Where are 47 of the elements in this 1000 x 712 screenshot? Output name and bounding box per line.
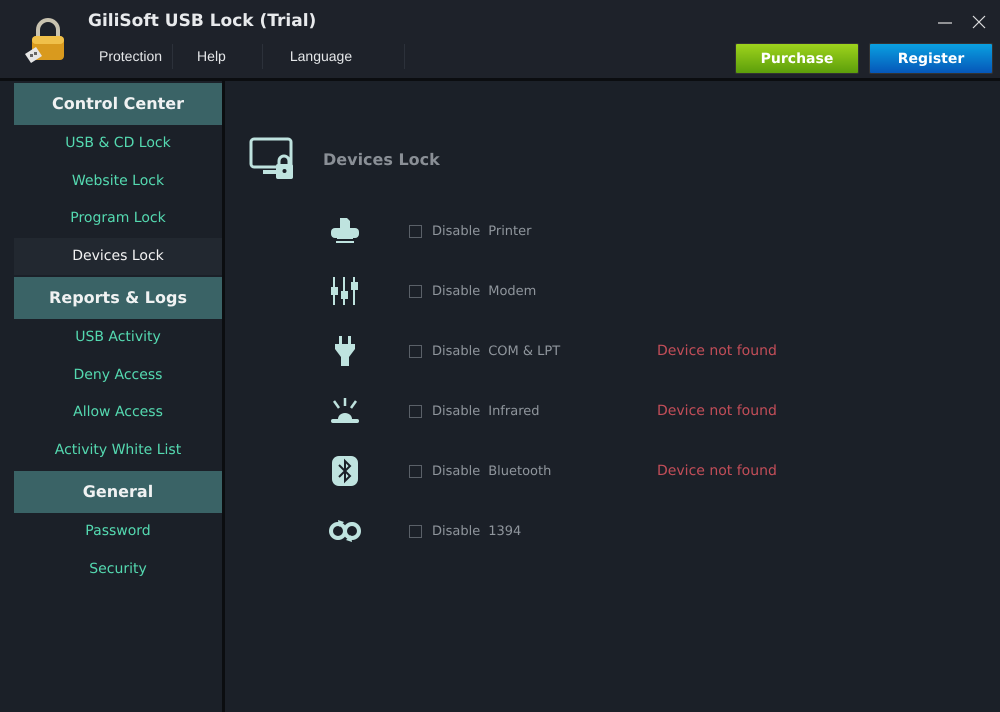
checkbox-label[interactable]: Disable <box>432 524 480 538</box>
menu-item[interactable]: Protection <box>84 44 174 69</box>
status-text: Device not found <box>657 343 777 359</box>
device-name: Modem <box>488 284 536 298</box>
checkbox-label[interactable]: Disable <box>432 404 480 418</box>
page-title: Devices Lock <box>323 150 440 168</box>
sidebar-item[interactable]: Deny Access <box>14 356 222 394</box>
device-name: 1394 <box>488 524 522 538</box>
window-title: GiliSoft USB Lock (Trial) <box>88 11 318 31</box>
bluetooth-icon <box>331 455 359 487</box>
device-name: Bluetooth <box>488 464 552 478</box>
sidebar-item[interactable]: Activity White List <box>14 432 222 469</box>
status-text: Device not found <box>657 403 777 419</box>
checkbox-label[interactable]: Disable <box>432 224 480 238</box>
sidebar-item[interactable]: Website Lock <box>14 162 222 200</box>
checkbox-label[interactable]: Disable <box>432 464 480 478</box>
checkbox[interactable] <box>409 464 422 478</box>
sidebar-item[interactable]: Allow Access <box>14 394 222 432</box>
sidebar-item[interactable]: Password <box>14 513 222 550</box>
checkbox[interactable] <box>409 404 422 418</box>
checkbox[interactable] <box>409 224 422 238</box>
device-name: Printer <box>488 224 532 238</box>
status-text: Device not found <box>657 463 777 479</box>
sidebar-item[interactable]: USB Activity <box>14 319 222 356</box>
close-icon[interactable] <box>971 14 987 30</box>
infrared-emitter-icon <box>330 397 360 425</box>
checkbox-label[interactable]: Disable <box>432 344 480 358</box>
checkbox[interactable] <box>409 344 422 358</box>
sliders-icon <box>330 276 360 306</box>
device-name: COM & LPT <box>488 344 560 358</box>
sidebar-item[interactable]: Security <box>14 550 222 588</box>
sidebar-item[interactable]: Devices Lock <box>14 238 222 275</box>
checkbox-label[interactable]: Disable <box>432 284 480 298</box>
sidebar-item[interactable]: USB & CD Lock <box>14 125 222 162</box>
sidebar-item[interactable]: Program Lock <box>14 200 222 238</box>
register-button[interactable]: Register <box>869 43 993 74</box>
section-header: Control Center <box>14 83 222 125</box>
section-header: General <box>14 471 222 513</box>
monitor-lock-icon <box>249 137 295 181</box>
menu-item[interactable]: Language <box>262 44 406 69</box>
device-name: Infrared <box>488 404 540 418</box>
printer-icon <box>330 216 360 246</box>
checkbox[interactable] <box>409 284 422 298</box>
menu-item[interactable]: Help <box>173 44 263 69</box>
section-header: Reports & Logs <box>14 277 222 319</box>
checkbox[interactable] <box>409 524 422 538</box>
loop-arrows-icon <box>328 518 362 544</box>
